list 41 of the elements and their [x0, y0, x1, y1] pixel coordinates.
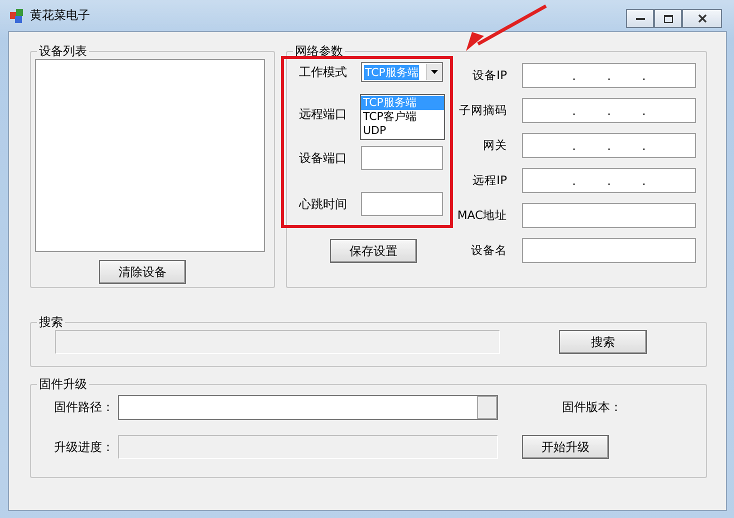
- input-field[interactable]: [361, 192, 443, 216]
- field-label: 固件路径：: [54, 399, 115, 416]
- field-label: 工作模式: [299, 64, 348, 80]
- save-settings-button[interactable]: 保存设置: [330, 239, 417, 263]
- ip-address-field[interactable]: . . .: [522, 98, 696, 123]
- input-field[interactable]: [361, 146, 443, 170]
- field-label: 心跳时间: [299, 196, 348, 212]
- browse-button[interactable]: [477, 396, 497, 419]
- maximize-icon: [664, 14, 672, 22]
- ip-address-field[interactable]: . . .: [522, 133, 696, 158]
- minimize-button[interactable]: [626, 9, 654, 28]
- dropdown-option[interactable]: TCP客户端: [361, 110, 444, 124]
- group-title: 固件升级: [38, 377, 88, 391]
- app-icon: [10, 8, 24, 22]
- field-label: 设备端口: [299, 150, 348, 166]
- dropdown-option[interactable]: UDP: [361, 124, 444, 138]
- field-label: 远程端口: [299, 106, 348, 122]
- maximize-button[interactable]: [654, 9, 682, 28]
- field-label: 设备名: [470, 243, 507, 258]
- ip-address-field[interactable]: . . .: [522, 168, 696, 193]
- clear-devices-button[interactable]: 清除设备: [99, 260, 186, 284]
- window-title: 黄花菜电子: [30, 7, 90, 24]
- field-label: 子网摘码: [458, 103, 507, 118]
- firmware-path-field[interactable]: [118, 395, 498, 420]
- field-label: 远程IP: [472, 173, 507, 188]
- field-label: 网关: [482, 138, 507, 153]
- input-field[interactable]: [522, 203, 696, 228]
- close-button[interactable]: [682, 9, 722, 28]
- group-title: 设备列表: [38, 44, 88, 58]
- field-label: 升级进度：: [54, 438, 115, 456]
- ip-address-field[interactable]: . . .: [522, 63, 696, 88]
- field-label: MAC地址: [457, 208, 507, 223]
- search-button[interactable]: 搜索: [559, 330, 647, 354]
- combo-value: TCP服务端: [364, 64, 420, 80]
- field-label: 设备IP: [472, 68, 507, 83]
- firmware-version-label: 固件版本：: [562, 399, 622, 416]
- close-icon: [698, 14, 706, 23]
- input-field[interactable]: [522, 238, 696, 263]
- group-title: 搜索: [38, 315, 64, 329]
- start-upgrade-button[interactable]: 开始升级: [522, 435, 609, 459]
- minimize-icon: [636, 16, 644, 20]
